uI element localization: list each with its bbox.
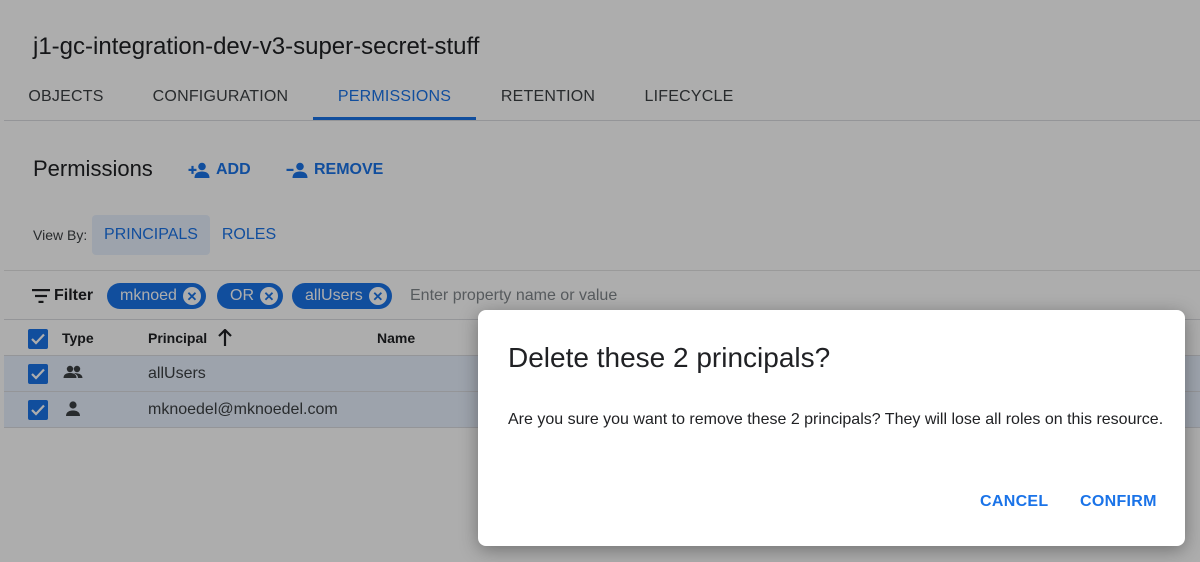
dialog-message: Are you sure you want to remove these 2 … xyxy=(508,411,1164,428)
delete-principals-dialog: Delete these 2 principals? Are you sure … xyxy=(478,310,1185,546)
confirm-button[interactable]: CONFIRM xyxy=(1080,493,1157,511)
dialog-title: Delete these 2 principals? xyxy=(508,342,831,373)
cancel-button[interactable]: CANCEL xyxy=(980,493,1048,511)
